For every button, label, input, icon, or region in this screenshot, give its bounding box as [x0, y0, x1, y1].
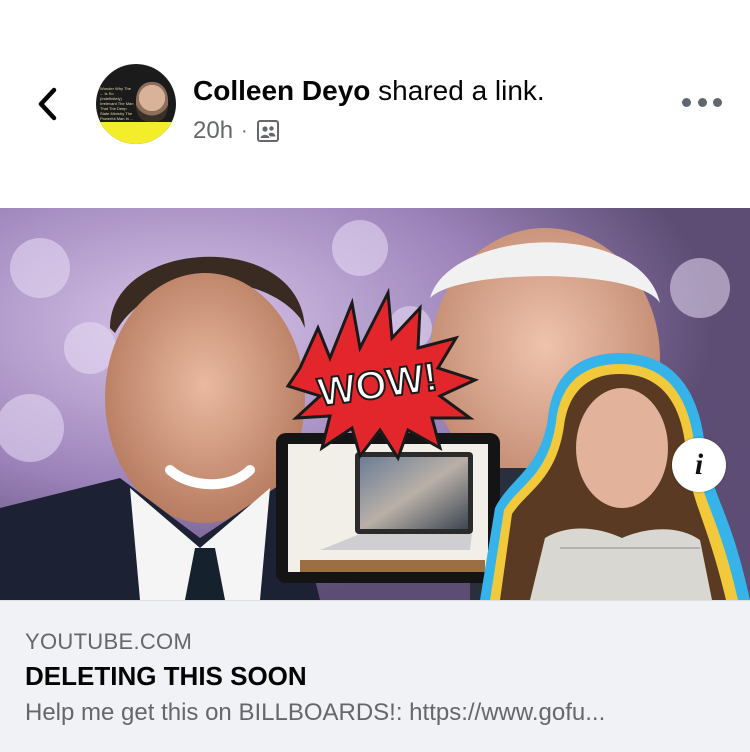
more-dot	[697, 97, 707, 107]
more-dot	[713, 97, 722, 107]
author-name[interactable]: Colleen Deyo	[193, 75, 370, 106]
info-button[interactable]: i	[672, 438, 726, 492]
more-options-button[interactable]	[682, 88, 722, 116]
avatar[interactable]: Wonder Why The ... Is So (Indefinitely) …	[96, 64, 176, 144]
link-domain: YOUTUBE.COM	[25, 629, 193, 654]
info-icon: i	[694, 448, 704, 481]
more-dot	[682, 97, 691, 107]
link-description: Help me get this on BILLBOARDS!: https:/…	[25, 699, 606, 726]
avatar-banner	[96, 122, 176, 144]
post-page: Wonder Why The ... Is So (Indefinitely) …	[0, 0, 750, 752]
chevron-left-icon	[38, 87, 57, 121]
post-header: Wonder Why The ... Is So (Indefinitely) …	[0, 0, 750, 208]
link-title: DELETING THIS SOON	[25, 661, 307, 691]
post-title-line: Colleen Deyo shared a link.	[193, 74, 545, 108]
avatar-face	[136, 82, 168, 122]
back-button[interactable]	[28, 82, 68, 126]
link-preview-footer[interactable]: YOUTUBE.COM DELETING THIS SOON Help me g…	[0, 600, 750, 752]
thumbnail-graphic: WOW!	[0, 208, 750, 600]
link-preview-image[interactable]: WOW! i	[0, 208, 750, 600]
meta-separator: ·	[241, 119, 248, 142]
post-action-text: shared a link.	[370, 75, 545, 106]
friends-icon	[256, 119, 280, 143]
post-meta: 20h ·	[193, 116, 280, 146]
post-timestamp[interactable]: 20h	[193, 117, 233, 145]
